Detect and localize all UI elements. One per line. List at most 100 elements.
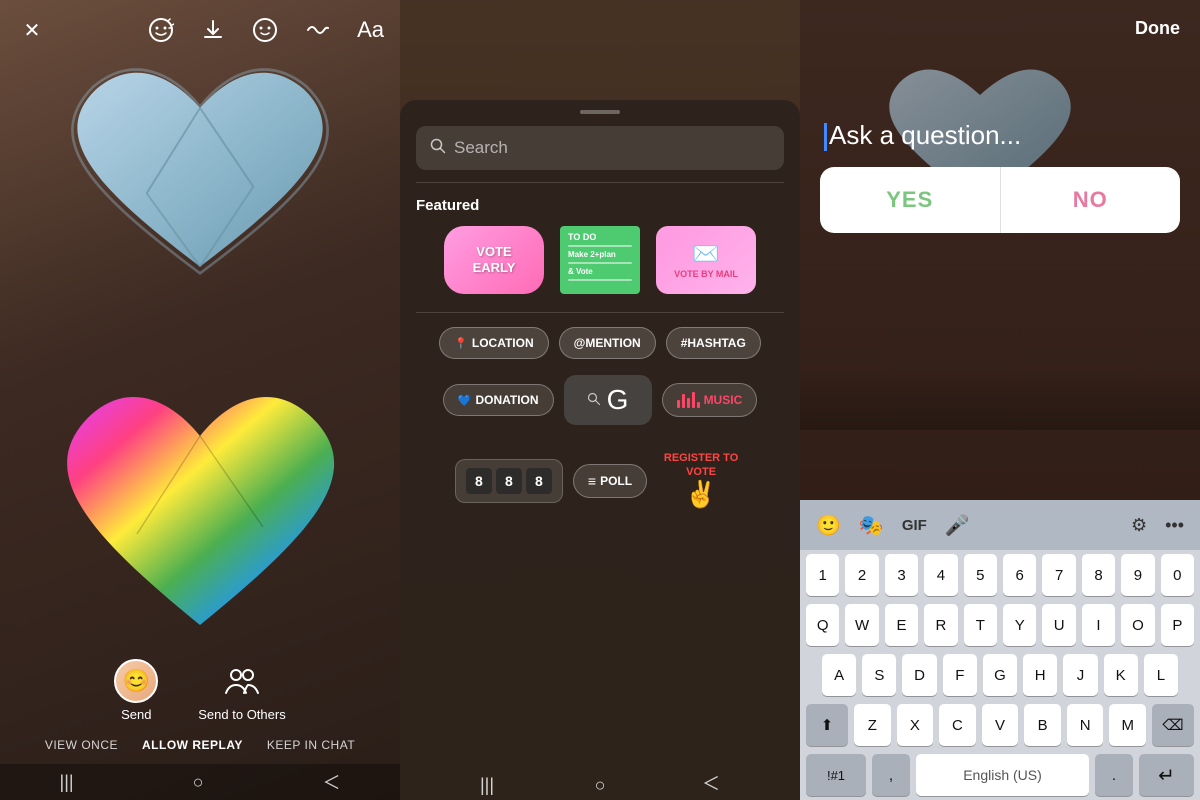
nav-recent-apps-2[interactable]: ||| [480, 775, 494, 796]
key-z[interactable]: Z [854, 704, 891, 746]
key-c[interactable]: C [939, 704, 976, 746]
no-option[interactable]: NO [1001, 167, 1181, 233]
key-8[interactable]: 8 [1082, 554, 1115, 596]
key-0[interactable]: 0 [1161, 554, 1194, 596]
text-tool-button[interactable]: Aa [357, 17, 384, 43]
key-f[interactable]: F [943, 654, 977, 696]
emoji-keyboard-icon[interactable]: 🙂 [816, 513, 841, 538]
key-j[interactable]: J [1063, 654, 1097, 696]
key-u[interactable]: U [1042, 604, 1075, 646]
key-m[interactable]: M [1109, 704, 1146, 746]
search-placeholder: Search [454, 138, 508, 158]
send-button[interactable]: 😊 Send [114, 659, 158, 722]
nav-home[interactable]: ○ [193, 772, 204, 793]
key-t[interactable]: T [964, 604, 997, 646]
key-d[interactable]: D [902, 654, 936, 696]
key-9[interactable]: 9 [1121, 554, 1154, 596]
face-filter-button[interactable] [249, 14, 281, 46]
squiggle-tool-button[interactable] [301, 14, 333, 46]
key-y[interactable]: Y [1003, 604, 1036, 646]
key-period[interactable]: . [1095, 754, 1133, 796]
sticker-register-to-vote[interactable]: REGISTER TO VOTE ✌️ [657, 441, 745, 521]
key-5[interactable]: 5 [964, 554, 997, 596]
sticker-todo[interactable]: TO DO Make 2+plan & Vote [560, 226, 640, 294]
yes-no-poll-card: YES NO [820, 167, 1180, 233]
key-space[interactable]: English (US) [916, 754, 1089, 796]
featured-section-label: Featured [400, 189, 800, 226]
key-7[interactable]: 7 [1042, 554, 1075, 596]
key-e[interactable]: E [885, 604, 918, 646]
key-3[interactable]: 3 [885, 554, 918, 596]
key-w[interactable]: W [845, 604, 878, 646]
key-1[interactable]: 1 [806, 554, 839, 596]
story-share-options: VIEW ONCE ALLOW REPLAY KEEP IN CHAT [45, 730, 355, 760]
question-placeholder-text[interactable]: Ask a question... [820, 120, 1180, 151]
key-b[interactable]: B [1024, 704, 1061, 746]
keyboard-space-row: !#1 , English (US) . ↵ [800, 750, 1200, 800]
key-o[interactable]: O [1121, 604, 1154, 646]
key-p[interactable]: P [1161, 604, 1194, 646]
key-return[interactable]: ↵ [1139, 754, 1194, 796]
key-2[interactable]: 2 [845, 554, 878, 596]
sticker-vote-early[interactable]: VOTE EARLY [444, 226, 544, 294]
emoji-sticker-button[interactable] [145, 14, 177, 46]
sticker-location[interactable]: 📍 LOCATION [439, 327, 548, 359]
sticker-music[interactable]: MUSIC [662, 383, 758, 417]
divider-2 [416, 312, 784, 313]
no-label: NO [1073, 187, 1108, 213]
sticker-mention[interactable]: @MENTION [559, 327, 656, 359]
done-button[interactable]: Done [1135, 18, 1180, 39]
keep-in-chat-option[interactable]: KEEP IN CHAT [267, 738, 355, 752]
key-s[interactable]: S [862, 654, 896, 696]
key-delete[interactable]: ⌫ [1152, 704, 1194, 746]
key-n[interactable]: N [1067, 704, 1104, 746]
key-h[interactable]: H [1023, 654, 1057, 696]
key-4[interactable]: 4 [924, 554, 957, 596]
send-to-others-button[interactable]: Send to Others [198, 659, 285, 722]
key-shift[interactable]: ⬆ [806, 704, 848, 746]
sticker-search-bar[interactable]: Search [416, 126, 784, 170]
key-v[interactable]: V [982, 704, 1019, 746]
key-comma[interactable]: , [872, 754, 910, 796]
sticker-gif-search[interactable]: G [564, 375, 652, 425]
key-a[interactable]: A [822, 654, 856, 696]
allow-replay-option[interactable]: ALLOW REPLAY [142, 738, 243, 752]
keyboard[interactable]: 🙂 🎭 GIF 🎤 ⚙ ••• 1 2 3 4 5 6 7 8 9 0 Q [800, 500, 1200, 800]
heart-art-top [60, 60, 340, 300]
sticker-keyboard-icon[interactable]: 🎭 [859, 513, 884, 538]
key-r[interactable]: R [924, 604, 957, 646]
tag-stickers-row: 📍 LOCATION @MENTION #HASHTAG [400, 319, 800, 367]
key-k[interactable]: K [1104, 654, 1138, 696]
key-x[interactable]: X [897, 704, 934, 746]
nav-home-2[interactable]: ○ [595, 775, 606, 796]
key-i[interactable]: I [1082, 604, 1115, 646]
key-q[interactable]: Q [806, 604, 839, 646]
more-keyboard-icon[interactable]: ••• [1165, 515, 1184, 536]
panel-sticker-picker: Search Featured VOTE EARLY TO DO Make 2+… [400, 0, 800, 800]
key-l[interactable]: L [1144, 654, 1178, 696]
sticker-hashtag[interactable]: #HASHTAG [666, 327, 761, 359]
keyboard-tools-right: ⚙ ••• [1131, 515, 1184, 536]
gif-keyboard-icon[interactable]: GIF [902, 517, 927, 534]
yes-option[interactable]: YES [820, 167, 1001, 233]
sticker-donation[interactable]: 💙 DONATION [443, 384, 554, 416]
sticker-votebymail[interactable]: ✉️ VOTE BY MAIL [656, 226, 756, 294]
sticker-poll[interactable]: ≡ POLL [573, 464, 647, 498]
view-once-option[interactable]: VIEW ONCE [45, 738, 118, 752]
close-button[interactable]: ✕ [16, 14, 48, 46]
settings-keyboard-icon[interactable]: ⚙ [1131, 515, 1147, 536]
search-icon [430, 138, 446, 159]
keyboard-zxcv-row: ⬆ Z X C V B N M ⌫ [800, 700, 1200, 750]
key-g[interactable]: G [983, 654, 1017, 696]
voice-keyboard-icon[interactable]: 🎤 [945, 513, 970, 538]
key-special-chars[interactable]: !#1 [806, 754, 866, 796]
key-6[interactable]: 6 [1003, 554, 1036, 596]
sticker-countdown[interactable]: 8 8 8 [455, 459, 563, 503]
nav-bar-2: ||| ○ ＜ [400, 764, 800, 800]
nav-back[interactable]: ＜ [322, 769, 340, 795]
nav-back-2[interactable]: ＜ [702, 770, 720, 796]
nav-recent-apps[interactable]: ||| [60, 772, 74, 793]
panel-question-sticker: Done Ask a question... YES NO 🙂 🎭 GIF 🎤 [800, 0, 1200, 800]
download-button[interactable] [197, 14, 229, 46]
story-bottom-bar: 😊 Send Send to Others VIEW ONCE ALLOW R [0, 659, 400, 760]
